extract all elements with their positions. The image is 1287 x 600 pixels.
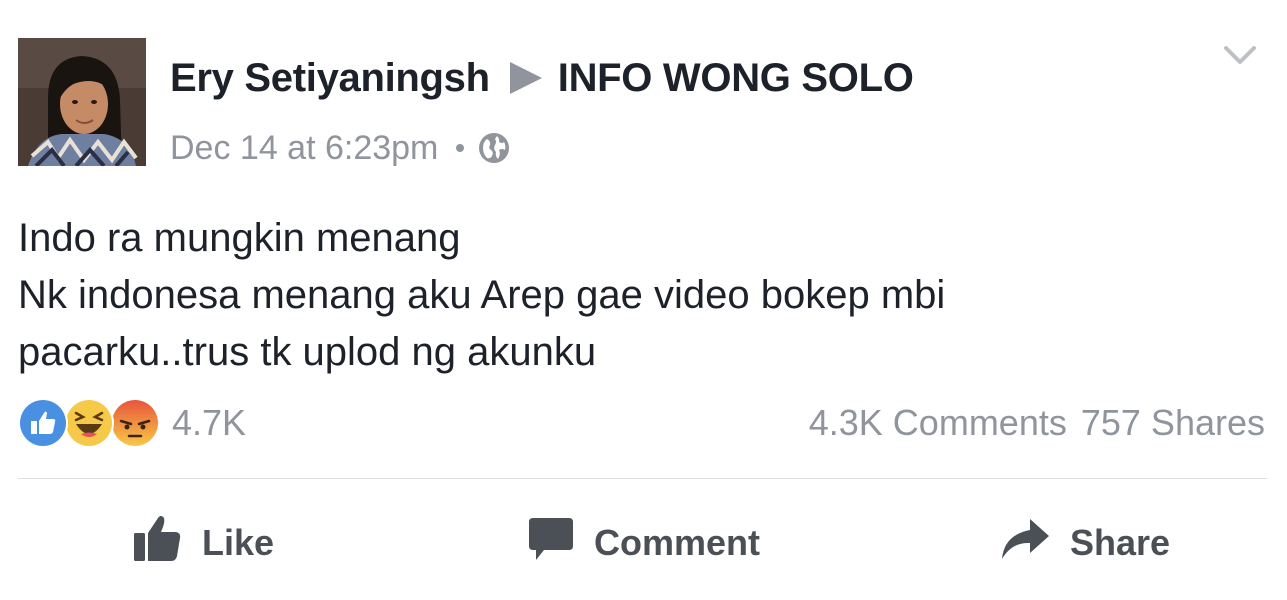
post-text-line: pacarku..trus tk uplod ng akunku xyxy=(18,330,597,374)
share-label: Share xyxy=(1070,522,1171,563)
comment-button[interactable]: Comment xyxy=(528,510,760,576)
share-button[interactable]: Share xyxy=(1000,510,1170,576)
separator-dot xyxy=(456,144,465,152)
angry-reaction-icon xyxy=(110,398,160,448)
target-group-name[interactable]: INFO WONG SOLO xyxy=(558,56,914,101)
comments-count[interactable]: 4.3K Comments xyxy=(809,402,1067,444)
like-button[interactable]: Like xyxy=(132,510,274,576)
post-text-line: Indo ra mungkin menang xyxy=(18,216,461,260)
thumbs-up-icon xyxy=(132,513,182,574)
chevron-down-icon[interactable] xyxy=(1223,44,1257,68)
avatar[interactable] xyxy=(18,38,146,166)
author-name[interactable]: Ery Setiyaningsh xyxy=(170,56,490,101)
post-body: Indo ra mungkin menang Nk indonesa menan… xyxy=(18,210,1258,381)
facebook-post: Ery Setiyaningsh INFO WONG SOLO Dec 14 a… xyxy=(0,0,1287,600)
speech-bubble-icon xyxy=(528,516,574,571)
divider xyxy=(18,478,1267,479)
post-text-line: Nk indonesa menang aku Arep gae video bo… xyxy=(18,273,946,317)
comment-label: Comment xyxy=(594,522,761,563)
post-meta: Dec 14 at 6:23pm xyxy=(170,126,510,170)
right-triangle-icon xyxy=(508,58,544,98)
reactions-summary[interactable]: 4.7K xyxy=(18,396,246,450)
post-timestamp[interactable]: Dec 14 at 6:23pm xyxy=(170,129,438,168)
post-author-line: Ery Setiyaningsh INFO WONG SOLO xyxy=(170,52,914,104)
globe-icon[interactable] xyxy=(478,132,510,164)
avatar-image xyxy=(18,38,146,166)
like-reaction-icon xyxy=(18,398,68,448)
haha-reaction-icon xyxy=(64,398,114,448)
shares-count[interactable]: 757 Shares xyxy=(1081,402,1265,444)
engagement-counts: 4.3K Comments 757 Shares xyxy=(809,398,1265,448)
reaction-count[interactable]: 4.7K xyxy=(172,402,246,444)
share-arrow-icon xyxy=(1000,517,1050,570)
like-label: Like xyxy=(202,522,275,563)
